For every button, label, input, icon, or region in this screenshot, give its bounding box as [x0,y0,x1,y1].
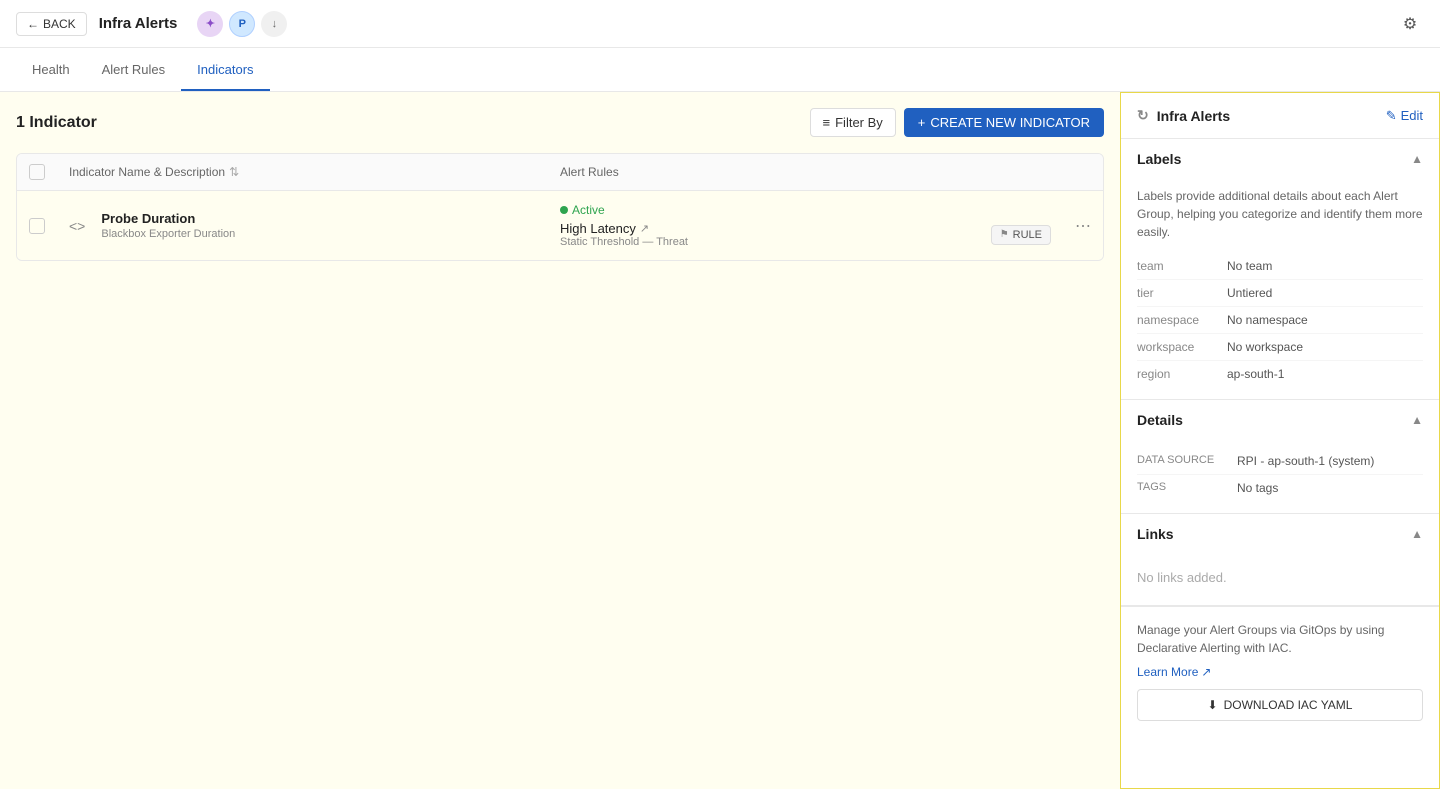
row-checkbox[interactable] [29,218,45,234]
download-iac-button[interactable]: ⬇ DOWNLOAD IAC YAML [1137,689,1423,721]
details-section: Details ▲ DATA SOURCE RPI - ap-south-1 (… [1121,400,1439,514]
avatar-p: P [229,11,255,37]
indicator-count: 1 Indicator [16,114,97,132]
details-section-content: DATA SOURCE RPI - ap-south-1 (system) TA… [1121,440,1439,513]
toolbar-actions: ≡ Filter By + CREATE NEW INDICATOR [810,108,1104,137]
labels-section: Labels ▲ Labels provide additional detai… [1121,139,1439,400]
detail-row-datasource: DATA SOURCE RPI - ap-south-1 (system) [1137,448,1423,475]
external-link-icon[interactable]: ↗ [640,222,649,235]
settings-icon[interactable]: ⚙ [1396,10,1424,38]
tab-indicators[interactable]: Indicators [181,50,269,91]
indicator-info: Probe Duration Blackbox Exporter Duratio… [101,211,235,240]
indicator-description: Blackbox Exporter Duration [101,228,235,240]
external-link-icon: ↗ [1201,665,1211,679]
select-all-checkbox[interactable] [29,164,45,180]
tab-alert-rules[interactable]: Alert Rules [86,50,182,91]
refresh-icon[interactable]: ↻ [1137,107,1149,124]
page-title: Infra Alerts [99,15,178,32]
topbar: ← BACK Infra Alerts ✦ P ↓ ⚙ [0,0,1440,48]
avatar-group: ✦ P ↓ [197,11,287,37]
toolbar: 1 Indicator ≡ Filter By + CREATE NEW IND… [16,108,1104,137]
header-rules: Alert Rules [560,165,1051,179]
table-header: Indicator Name & Description ⇅ Alert Rul… [17,154,1103,191]
download-icon: ⬇ [1208,698,1218,712]
tab-health[interactable]: Health [16,50,86,91]
label-row-namespace: namespace No namespace [1137,307,1423,334]
detail-row-tags: TAGS No tags [1137,475,1423,501]
filter-icon: ≡ [823,115,831,130]
iac-text: Manage your Alert Groups via GitOps by u… [1137,621,1423,657]
labels-section-header[interactable]: Labels ▲ [1121,139,1439,179]
back-button[interactable]: ← BACK [16,12,87,36]
create-indicator-button[interactable]: + CREATE NEW INDICATOR [904,108,1104,137]
details-section-header[interactable]: Details ▲ [1121,400,1439,440]
edit-icon: ✎ [1386,108,1397,124]
status-active: Active [560,203,1051,217]
label-row-workspace: workspace No workspace [1137,334,1423,361]
rule-name: High Latency ↗ [560,221,688,236]
filter-button[interactable]: ≡ Filter By [810,108,896,137]
right-panel-header: ↻ Infra Alerts ✎ Edit [1121,93,1439,139]
plus-icon: + [918,115,926,130]
indicator-name: Probe Duration [101,211,235,226]
code-icon: <> [69,218,85,234]
header-checkbox [29,164,69,180]
nav-tabs: Health Alert Rules Indicators [0,48,1440,92]
back-label: BACK [43,17,76,31]
right-panel: ↻ Infra Alerts ✎ Edit Labels ▲ Labels pr… [1120,92,1440,789]
links-chevron-icon: ▲ [1411,527,1423,541]
main-layout: 1 Indicator ≡ Filter By + CREATE NEW IND… [0,92,1440,789]
links-section-content: No links added. [1121,554,1439,605]
iac-banner: Manage your Alert Groups via GitOps by u… [1121,606,1439,735]
edit-button[interactable]: ✎ Edit [1386,108,1423,124]
sort-icon[interactable]: ⇅ [229,165,239,179]
header-name: Indicator Name & Description ⇅ [69,165,560,179]
rule-badge: ⚑ RULE [991,225,1051,245]
table-row: <> Probe Duration Blackbox Exporter Dura… [17,191,1103,260]
row-menu-icon[interactable]: ⋯ [1075,216,1091,236]
right-panel-title: ↻ Infra Alerts [1137,107,1230,124]
details-chevron-icon: ▲ [1411,413,1423,427]
avatar-user: ↓ [261,11,287,37]
label-row-team: team No team [1137,253,1423,280]
status-dot [560,206,568,214]
links-section: Links ▲ No links added. [1121,514,1439,606]
back-arrow-icon: ← [27,17,39,31]
label-row-region: region ap-south-1 [1137,361,1423,387]
rule-badge-icon: ⚑ [1000,229,1009,240]
labels-section-content: Labels provide additional details about … [1121,179,1439,399]
labels-chevron-icon: ▲ [1411,152,1423,166]
no-links-text: No links added. [1137,562,1423,593]
row-actions: ⋯ [1051,216,1091,236]
alert-rules-cell: Active High Latency ↗ Static Threshold —… [560,203,1051,248]
indicator-name-cell: <> Probe Duration Blackbox Exporter Dura… [69,211,560,240]
rule-area: High Latency ↗ Static Threshold — Threat… [560,221,1051,248]
label-row-tier: tier Untiered [1137,280,1423,307]
indicators-table: Indicator Name & Description ⇅ Alert Rul… [16,153,1104,261]
avatar-multi: ✦ [197,11,223,37]
left-panel: 1 Indicator ≡ Filter By + CREATE NEW IND… [0,92,1120,789]
labels-description: Labels provide additional details about … [1137,187,1423,241]
rule-info: High Latency ↗ Static Threshold — Threat [560,221,688,248]
learn-more-link[interactable]: Learn More ↗ [1137,665,1423,679]
rule-sub: Static Threshold — Threat [560,236,688,248]
links-section-header[interactable]: Links ▲ [1121,514,1439,554]
row-checkbox-cell [29,218,69,234]
